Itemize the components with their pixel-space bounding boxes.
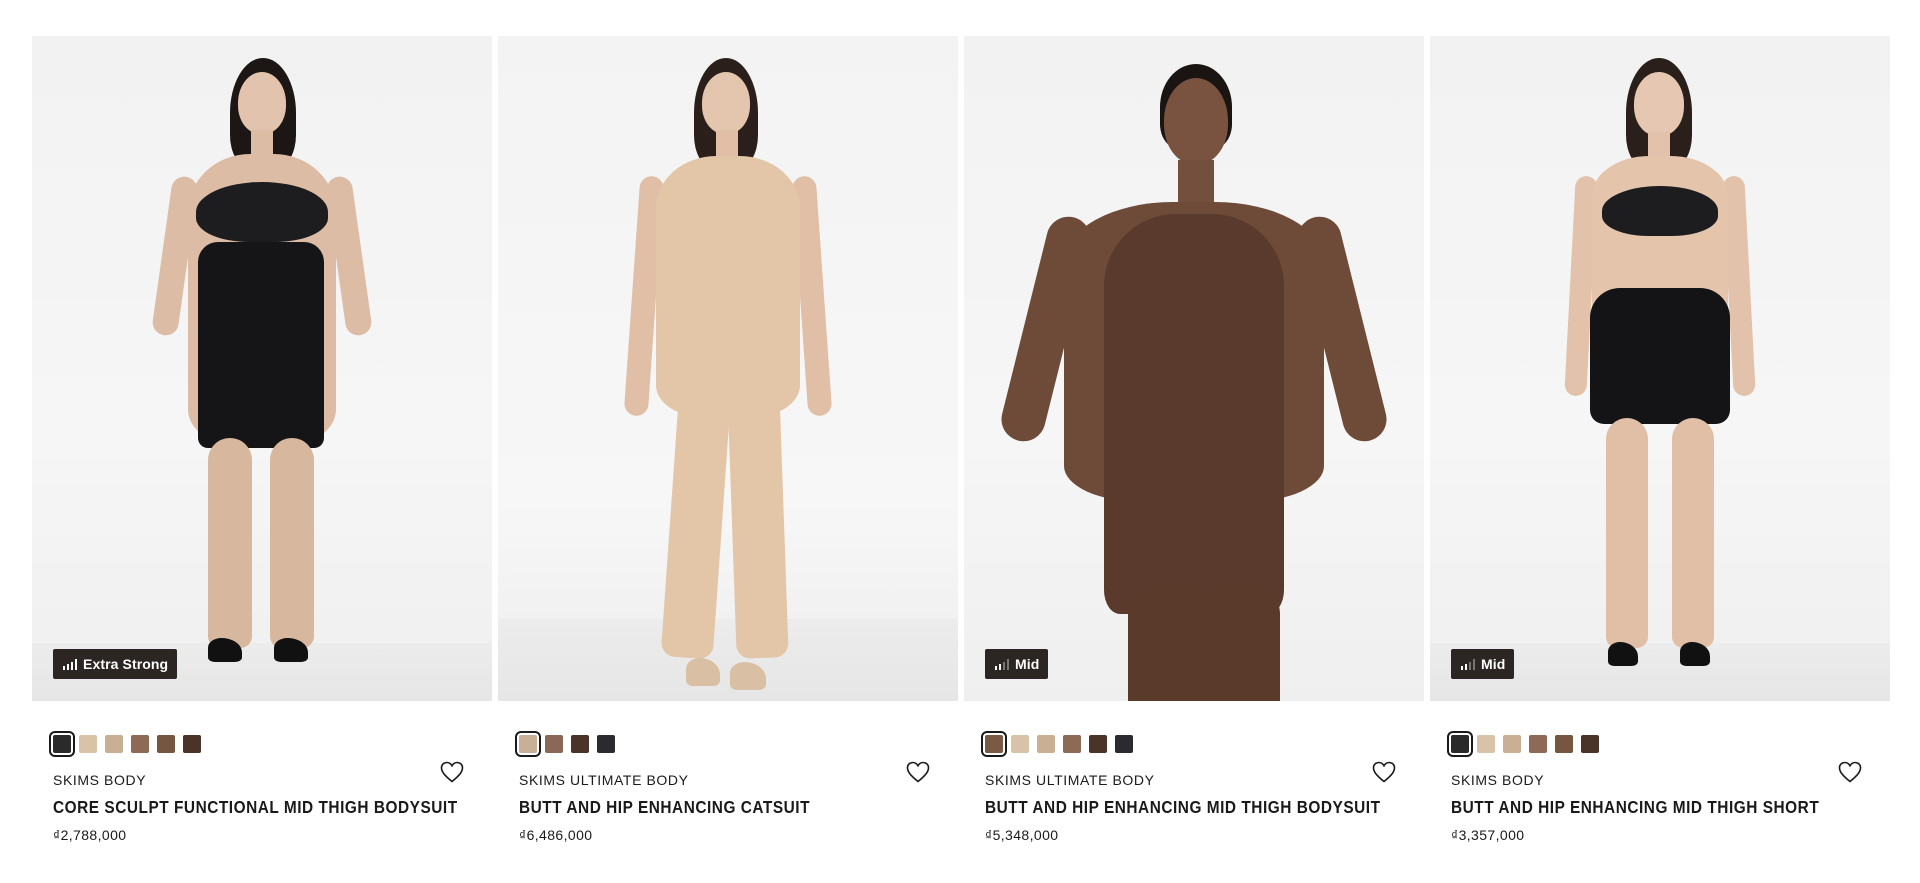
badge-label: Mid — [1481, 656, 1506, 672]
product-image[interactable]: Extra Strong — [32, 36, 492, 701]
badge-label: Extra Strong — [83, 656, 169, 672]
color-swatch[interactable] — [1503, 735, 1521, 753]
heart-icon — [440, 761, 464, 783]
wishlist-button[interactable] — [439, 759, 465, 785]
wishlist-button[interactable] — [1371, 759, 1397, 785]
color-swatch[interactable] — [1447, 731, 1473, 757]
color-swatches — [1447, 731, 1869, 757]
color-swatches — [981, 731, 1403, 757]
badge-label: Mid — [1015, 656, 1040, 672]
color-swatch[interactable] — [571, 735, 589, 753]
color-swatch[interactable] — [597, 735, 615, 753]
color-swatch[interactable] — [183, 735, 201, 753]
product-price: ₫6,486,000 — [519, 827, 593, 843]
color-swatch[interactable] — [79, 735, 97, 753]
signal-bars-icon — [1461, 658, 1475, 670]
wishlist-button[interactable] — [1837, 759, 1863, 785]
product-card[interactable]: SKIMS ULTIMATE BODY BUTT AND HIP ENHANCI… — [498, 36, 958, 843]
color-swatches — [49, 731, 471, 757]
product-card[interactable]: Mid SKIMS ULTIMATE BODY BUTT AND HIP ENH… — [964, 36, 1424, 843]
color-swatches — [515, 731, 937, 757]
product-name[interactable]: BUTT AND HIP ENHANCING MID THIGH SHORT — [1451, 797, 1819, 818]
product-meta: SKIMS ULTIMATE BODY BUTT AND HIP ENHANCI… — [964, 731, 1424, 843]
color-swatch[interactable] — [49, 731, 75, 757]
compression-badge: Mid — [985, 649, 1049, 679]
color-swatch[interactable] — [1063, 735, 1081, 753]
product-name[interactable]: BUTT AND HIP ENHANCING CATSUIT — [519, 797, 887, 818]
product-brand: SKIMS ULTIMATE BODY — [519, 772, 689, 788]
product-card[interactable]: Mid SKIMS BODY BUTT AND HIP ENHANCING MI… — [1430, 36, 1890, 843]
color-swatch[interactable] — [1115, 735, 1133, 753]
product-name[interactable]: CORE SCULPT FUNCTIONAL MID THIGH BODYSUI… — [53, 797, 457, 818]
color-swatch[interactable] — [1529, 735, 1547, 753]
product-price: ₫3,357,000 — [1451, 827, 1525, 843]
color-swatch[interactable] — [981, 731, 1007, 757]
heart-icon — [906, 761, 930, 783]
signal-bars-icon — [63, 658, 77, 670]
product-brand: SKIMS BODY — [53, 772, 147, 788]
product-name[interactable]: BUTT AND HIP ENHANCING MID THIGH BODYSUI… — [985, 797, 1380, 818]
color-swatch[interactable] — [1037, 735, 1055, 753]
product-price: ₫2,788,000 — [53, 827, 127, 843]
color-swatch[interactable] — [515, 731, 541, 757]
color-swatch[interactable] — [1089, 735, 1107, 753]
color-swatch[interactable] — [157, 735, 175, 753]
product-meta: SKIMS ULTIMATE BODY BUTT AND HIP ENHANCI… — [498, 731, 958, 843]
color-swatch[interactable] — [545, 735, 563, 753]
compression-badge: Extra Strong — [53, 649, 178, 679]
product-brand: SKIMS ULTIMATE BODY — [985, 772, 1155, 788]
product-brand: SKIMS BODY — [1451, 772, 1545, 788]
heart-icon — [1838, 761, 1862, 783]
product-price: ₫5,348,000 — [985, 827, 1059, 843]
product-image[interactable]: Mid — [1430, 36, 1890, 701]
color-swatch[interactable] — [1011, 735, 1029, 753]
heart-icon — [1372, 761, 1396, 783]
compression-badge: Mid — [1451, 649, 1515, 679]
color-swatch[interactable] — [1581, 735, 1599, 753]
signal-bars-icon — [995, 658, 1009, 670]
color-swatch[interactable] — [1477, 735, 1495, 753]
product-image[interactable] — [498, 36, 958, 701]
color-swatch[interactable] — [1555, 735, 1573, 753]
product-grid: Extra Strong SKIMS BODY CORE SCULPT FUNC… — [32, 36, 1890, 843]
color-swatch[interactable] — [105, 735, 123, 753]
product-card[interactable]: Extra Strong SKIMS BODY CORE SCULPT FUNC… — [32, 36, 492, 843]
color-swatch[interactable] — [131, 735, 149, 753]
product-meta: SKIMS BODY BUTT AND HIP ENHANCING MID TH… — [1430, 731, 1890, 843]
product-meta: SKIMS BODY CORE SCULPT FUNCTIONAL MID TH… — [32, 731, 492, 843]
product-image[interactable]: Mid — [964, 36, 1424, 701]
wishlist-button[interactable] — [905, 759, 931, 785]
